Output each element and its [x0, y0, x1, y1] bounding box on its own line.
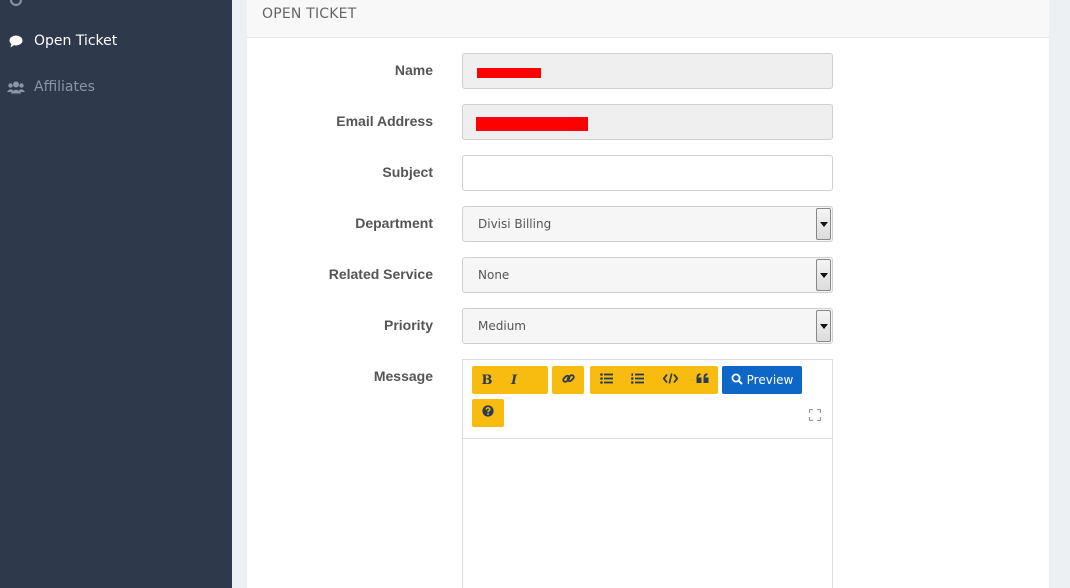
- code-icon: [662, 372, 678, 388]
- related-service-value: None: [478, 268, 510, 282]
- chevron-down-icon[interactable]: [816, 259, 831, 291]
- redacted-email: [476, 117, 588, 131]
- editor-toolbar: B I Preview: [463, 360, 832, 439]
- redacted-name: [477, 68, 541, 78]
- users-icon: [7, 79, 25, 95]
- priority-label: Priority: [383, 317, 433, 333]
- priority-select[interactable]: Medium: [462, 308, 833, 344]
- sidebar-item-label: Affiliates: [34, 79, 95, 95]
- quote-button[interactable]: [687, 366, 717, 394]
- sidebar-item-open-ticket[interactable]: Open Ticket: [0, 21, 232, 61]
- page-title: OPEN TICKET: [262, 6, 357, 22]
- chevron-down-icon[interactable]: [816, 208, 831, 240]
- bold-button[interactable]: B: [472, 366, 502, 394]
- email-label: Email Address: [336, 113, 433, 129]
- name-row: Name: [247, 53, 1049, 89]
- sidebar-item-label: Open Ticket: [34, 33, 118, 49]
- ordered-list-icon: [630, 372, 644, 388]
- italic-button[interactable]: I: [499, 366, 529, 394]
- sidebar-item-support[interactable]: [0, 0, 232, 20]
- message-editor: B I Preview: [462, 359, 833, 588]
- name-field[interactable]: [462, 53, 833, 89]
- search-icon: [731, 373, 743, 388]
- related-service-label: Related Service: [328, 266, 433, 282]
- help-group: [472, 399, 504, 427]
- support-icon: [7, 0, 25, 8]
- department-value: Divisi Billing: [478, 217, 552, 231]
- email-field[interactable]: [462, 104, 833, 140]
- bold-icon: B: [481, 372, 493, 388]
- message-label: Message: [373, 368, 433, 384]
- preview-button[interactable]: Preview: [722, 366, 802, 394]
- chevron-down-icon[interactable]: [816, 310, 831, 342]
- message-textarea[interactable]: [463, 440, 832, 588]
- department-row: Department Divisi Billing: [247, 206, 1049, 242]
- priority-row: Priority Medium: [247, 308, 1049, 344]
- priority-value: Medium: [478, 319, 526, 333]
- subject-label: Subject: [382, 164, 433, 180]
- help-button[interactable]: [473, 399, 503, 427]
- department-label: Department: [355, 215, 433, 231]
- subject-row: Subject: [247, 155, 1049, 191]
- name-label: Name: [394, 62, 433, 78]
- related-service-row: Related Service None: [247, 257, 1049, 293]
- block-group: [590, 366, 718, 394]
- italic-icon: I: [510, 372, 518, 388]
- chat-bubble-icon: [7, 33, 25, 49]
- department-select[interactable]: Divisi Billing: [462, 206, 833, 242]
- preview-label: Preview: [746, 373, 794, 387]
- format-group: B I: [472, 366, 548, 394]
- subject-input[interactable]: [462, 155, 833, 191]
- code-button[interactable]: [655, 366, 685, 394]
- unordered-list-icon: [599, 372, 613, 388]
- unordered-list-button[interactable]: [591, 366, 621, 394]
- link-icon: [561, 372, 575, 389]
- link-group: [552, 366, 584, 394]
- panel-header: OPEN TICKET: [247, 0, 1049, 38]
- quote-icon: [696, 372, 709, 388]
- help-icon: [482, 405, 494, 421]
- open-ticket-panel: OPEN TICKET Name Email Address Subject D…: [247, 0, 1049, 588]
- related-service-select[interactable]: None: [462, 257, 833, 293]
- sidebar-item-affiliates[interactable]: Affiliates: [0, 67, 232, 107]
- ordered-list-button[interactable]: [622, 366, 652, 394]
- sidebar: Open Ticket Affiliates: [0, 0, 232, 588]
- email-row: Email Address: [247, 104, 1049, 140]
- link-button[interactable]: [553, 366, 583, 394]
- fullscreen-icon[interactable]: [808, 406, 822, 422]
